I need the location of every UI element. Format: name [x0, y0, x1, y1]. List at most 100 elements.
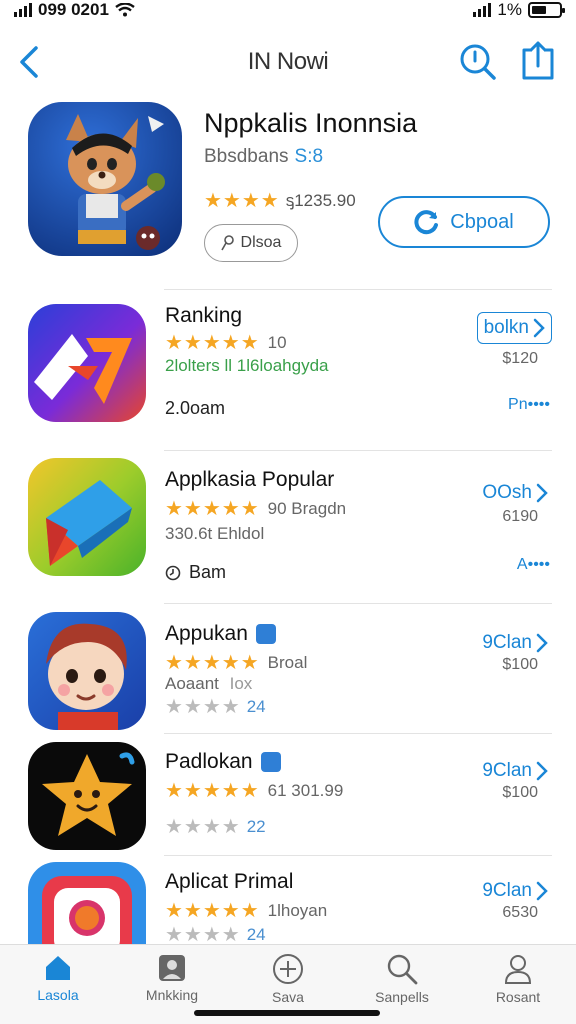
app-icon-ranking[interactable] [28, 304, 146, 422]
rating-text: 10 [267, 332, 287, 352]
profile-icon [504, 955, 532, 984]
app-price: 6530 [502, 904, 538, 921]
get-button-label: bolkn [483, 317, 529, 338]
get-button[interactable]: 9Clan [482, 760, 548, 782]
rating-stars: ★★★★★ [165, 780, 260, 802]
divider [164, 733, 552, 734]
get-button[interactable]: OOsh [482, 482, 548, 504]
app-name: Aplicat Primal [165, 870, 294, 893]
tab-home[interactable]: Lasola [8, 953, 108, 1013]
status-bar: 099 0201 1% [0, 0, 576, 22]
app-price: 6190 [502, 508, 538, 525]
app-price: $100 [502, 784, 538, 801]
rating-text: 1lhoyan [267, 900, 328, 920]
app-icon-padlokan[interactable] [28, 742, 146, 850]
app-detail: Aoaant Iox [165, 674, 252, 694]
get-button[interactable]: bolkn [476, 312, 552, 344]
app-name: Appukan [165, 622, 276, 646]
featured-get-label: Cbpoal [450, 210, 514, 233]
app-name: Applkasia Popular [165, 468, 335, 491]
app-detail-text: Aoaant [165, 674, 219, 693]
secondary-rating: ★★★★ 22 [165, 814, 266, 839]
chevron-right-icon [536, 881, 548, 901]
verified-badge-icon [260, 752, 281, 772]
pin-icon [220, 235, 234, 251]
app-detail-extra: Iox [229, 674, 253, 693]
rating-stars: ★★★★★ [165, 900, 260, 922]
featured-tag-button[interactable]: Dlsoa [204, 224, 298, 262]
divider [164, 450, 552, 451]
get-button-label: 9Clan [482, 760, 532, 781]
app-icon-popular[interactable] [28, 458, 146, 576]
app-detail: 330.6t Ehldol [165, 524, 265, 543]
plus-circle-icon [273, 954, 303, 984]
cellular-icon [473, 3, 492, 17]
rating-stars: ★★★★★ [165, 332, 260, 354]
get-button-label: 9Clan [482, 632, 532, 653]
app-icon-appukan[interactable] [28, 612, 146, 730]
search-icon[interactable] [458, 42, 498, 82]
rating-stars: ★★★★★ [165, 652, 260, 674]
rating-stars-gray: ★★★★ [165, 816, 241, 838]
rating-text: 61 301.99 [267, 780, 344, 800]
featured-get-button[interactable]: Cbpoal [378, 196, 550, 248]
rating-stars-gray: ★★★★ [165, 924, 241, 944]
featured-app-subtitle: Bbsdbans S:8 [204, 146, 323, 168]
divider [164, 855, 552, 856]
secondary-rating-value: 24 [246, 924, 266, 944]
app-detail: 2lolters ll 1l6loahgyda [165, 356, 329, 375]
app-name-text: Padlokan [165, 750, 253, 773]
app-size: 2.0oam [165, 398, 226, 418]
tab-ranking[interactable]: Mnkking [122, 953, 222, 1013]
app-name: Padlokan [165, 750, 281, 774]
app-rating: ★★★★★ 61 301.99 [165, 778, 343, 803]
more-link[interactable]: A•••• [517, 556, 550, 574]
list-item[interactable]: Aplicat Primal ★★★★★ 1lhoyan ★★★★ 24 9Cl… [0, 862, 576, 944]
tab-label: Lasola [37, 987, 79, 1003]
status-left: 099 0201 [14, 0, 135, 20]
nav-bar: IN Nowi [0, 30, 576, 92]
app-rating: ★★★★★ 1lhoyan [165, 898, 327, 923]
get-button[interactable]: 9Clan [482, 880, 548, 902]
divider [164, 289, 552, 290]
app-rating: ★★★★★ 90 Bragdn [165, 496, 346, 521]
refresh-icon [414, 210, 439, 235]
chevron-right-icon [533, 318, 545, 338]
app-price: $100 [502, 656, 538, 673]
clock-icon [165, 565, 181, 580]
get-button-label: OOsh [482, 482, 532, 503]
featured-subtitle-text: Bbsdbans [204, 146, 289, 167]
get-button-label: 9Clan [482, 880, 532, 901]
search-icon [387, 954, 418, 985]
home-indicator[interactable] [194, 1010, 380, 1016]
app-rating: ★★★★★ 10 [165, 330, 287, 355]
list-item[interactable]: Padlokan ★★★★★ 61 301.99 ★★★★ 22 9Clan $… [0, 740, 576, 852]
more-link[interactable]: Pn•••• [508, 396, 550, 414]
app-rating: ★★★★★ Broal [165, 650, 307, 675]
share-icon[interactable] [518, 40, 558, 82]
list-item[interactable]: Ranking ★★★★★ 10 2lolters ll 1l6loahgyda… [0, 300, 576, 450]
secondary-rating-value: 24 [246, 696, 266, 716]
featured-rating: ★★★★ ᶊ1235.90 [204, 188, 356, 213]
rating-stars: ★★★★★ [165, 498, 260, 520]
app-name: Ranking [165, 304, 243, 327]
chevron-right-icon [536, 633, 548, 653]
status-time: 099 0201 [38, 0, 109, 19]
list-item[interactable]: Applkasia Popular ★★★★★ 90 Bragdn 330.6t… [0, 458, 576, 604]
list-item[interactable]: Appukan ★★★★★ Broal Aoaant Iox ★★★★ 24 9… [0, 610, 576, 732]
tab-label: Sava [272, 989, 304, 1005]
chevron-right-icon [536, 761, 548, 781]
home-icon [46, 956, 70, 980]
app-icon-primal[interactable] [28, 862, 146, 944]
tab-save[interactable]: Sava [238, 953, 338, 1013]
featured-tag-label: Dlsoa [240, 234, 282, 251]
app-meta-text: Bam [189, 562, 227, 582]
featured-app-icon[interactable] [28, 102, 182, 256]
tab-search[interactable]: Sanpells [352, 953, 452, 1013]
tab-label: Rosant [495, 989, 541, 1005]
featured-app[interactable]: Nppkalis Inonnsia Bbsdbans S:8 ★★★★ ᶊ1235… [0, 100, 576, 280]
status-right: 1% [473, 0, 565, 20]
tab-account[interactable]: Rosant [468, 953, 568, 1013]
get-button[interactable]: 9Clan [482, 632, 548, 654]
app-meta: Bam [165, 562, 226, 583]
